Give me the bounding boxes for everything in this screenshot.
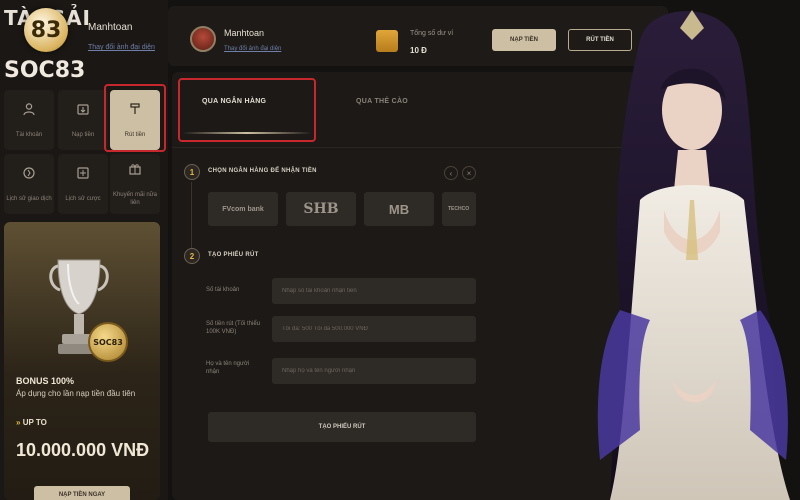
deposit-icon [76,102,90,121]
chevron-right-icon: » [16,418,21,427]
balance-value: 10 Đ [410,46,427,55]
nav-account[interactable]: Tài khoản [4,90,54,150]
nav-transaction-history[interactable]: Lịch sử giao dịch [4,154,54,214]
character-artwork [597,10,790,500]
deposit-button[interactable]: NẠP TIỀN [492,29,556,51]
nav-promotion-label: Khuyến mãi nữa liên [112,191,158,206]
bank-option-mb[interactable]: MB [364,192,434,226]
account-number-label: Số tài khoản [206,287,240,293]
change-avatar-link[interactable]: Thay đổi ảnh đại diện [224,46,281,52]
tab-scratch-card[interactable]: QUA THẺ CÀO [356,98,408,105]
balance-label: Tổng số dư ví [410,30,454,37]
bank-prev-arrow[interactable]: ‹ [444,166,458,180]
step-connector [191,182,192,248]
create-withdraw-ticket-button[interactable]: TẠO PHIẾU RÚT [208,412,476,442]
bet-history-icon [76,166,90,185]
avatar[interactable] [190,26,216,52]
brand-logo-text: SOC83 [4,58,86,83]
nav-transaction-history-label: Lịch sử giao dịch [6,195,52,202]
step-1-badge: 1 [184,164,200,180]
user-icon [22,102,36,121]
nav-account-label: Tài khoản [15,131,43,138]
recipient-name-input[interactable] [272,358,476,384]
nav-deposit-label: Nạp tiền [71,131,95,138]
mini-avatar-link[interactable]: Thay đổi ảnh đại diện [88,44,155,51]
recipient-name-label: Họ và tên người nhận [206,361,250,375]
promo-amount: 10.000.000 VNĐ [16,440,150,460]
bank-option-techcombank[interactable]: TECHCO [442,192,476,226]
logo-83-badge: 83 [24,8,68,52]
step-2-title: TẠO PHIẾU RÚT [208,252,259,258]
promo-upto: » UP TO [16,418,47,427]
withdraw-amount-label: Số tiền rút (Tối thiểu 100K VNĐ) [206,321,261,335]
bonus-promo-card: SOC83 BONUS 100% Áp dụng cho lần nạp tiề… [4,222,160,500]
transaction-history-icon [22,166,36,185]
sidebar: TÀ 'GẢI 83 SOC83 Manhtoan Thay đổi ảnh đ… [0,0,168,500]
promo-title: BONUS 100% [16,376,75,386]
nav-promotion[interactable]: Khuyến mãi nữa liên [110,154,160,214]
chevron-left-icon: ‹ [449,168,453,178]
promo-upto-label: UP TO [22,418,47,427]
soc83-coin: SOC83 [88,322,128,362]
bank-option-pvcombank[interactable]: FVcom bank [208,192,278,226]
deposit-now-button[interactable]: NẠP TIỀN NGAY [34,486,130,500]
account-number-input[interactable] [272,278,476,304]
bank-tab-highlight-frame [178,78,316,142]
header-username: Manhtoan [224,28,265,38]
mini-username: Manhtoan [88,22,133,33]
step-1-title: CHỌN NGÂN HÀNG ĐỂ NHẬN TIỀN [208,168,317,174]
promotion-icon [128,162,142,181]
nav-bet-history[interactable]: Lịch sử cược [58,154,108,214]
withdraw-highlight-frame [104,84,166,152]
nav-bet-history-label: Lịch sử cược [65,195,101,202]
promo-description: Áp dụng cho lần nạp tiền đầu tiên [16,389,136,398]
withdraw-amount-input[interactable] [272,316,476,342]
wallet-icon [376,30,398,52]
close-icon: × [466,168,472,178]
step-2-badge: 2 [184,248,200,264]
bank-option-shb[interactable]: SHB [286,192,356,226]
bank-next-arrow[interactable]: × [462,166,476,180]
nav-deposit[interactable]: Nạp tiền [58,90,108,150]
